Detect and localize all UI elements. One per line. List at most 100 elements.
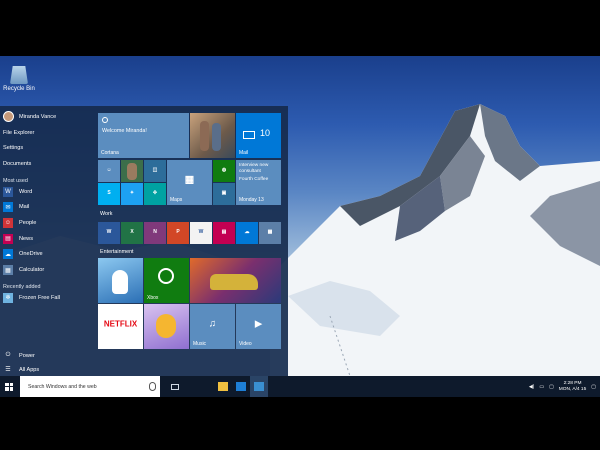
user-account[interactable]: Miranda Vance (0, 109, 92, 125)
app-people[interactable]: ☺ People (0, 215, 92, 231)
map-icon: ▦ (184, 174, 195, 186)
clock[interactable]: 2:28 PM MON, A/4 15 (559, 381, 586, 393)
tile-calculator[interactable]: ▦ (259, 222, 281, 244)
word-icon: W (3, 186, 13, 197)
tile-skype[interactable]: S (98, 183, 120, 205)
tile-frozen[interactable] (98, 258, 143, 303)
tile-generic-app[interactable]: ✜ (144, 183, 166, 205)
contact-photo (127, 163, 137, 180)
cortana-greeting: Welcome Miranda! (102, 128, 147, 134)
app-mail[interactable]: ✉ Mail (0, 199, 92, 215)
tile-onenote[interactable]: N (144, 222, 166, 244)
user-name: Miranda Vance (19, 113, 57, 120)
race-car (210, 274, 258, 290)
tile-news[interactable]: ▤ (213, 222, 235, 244)
tile-twitter[interactable]: ✦ (121, 183, 143, 205)
tile-photos[interactable] (190, 113, 235, 158)
tile-contact-photo[interactable] (121, 160, 143, 182)
place-settings[interactable]: Settings (0, 140, 92, 156)
task-view-button[interactable] (166, 376, 184, 397)
desktop: Recycle Bin Miranda Vance File Explorer … (0, 56, 600, 397)
calculator-icon: ▦ (267, 228, 273, 235)
onedrive-icon: ☁ (244, 228, 250, 235)
video-icon: ▶ (255, 318, 262, 329)
xbox-icon (158, 268, 174, 284)
tile-xbox[interactable]: Xbox (144, 258, 189, 303)
powerpoint-icon: P (176, 228, 180, 235)
folder-icon (218, 382, 228, 391)
onedrive-icon: ☁ (3, 249, 13, 260)
browser-icon (236, 382, 246, 391)
app-calculator[interactable]: ▦ Calculator (0, 262, 92, 278)
work-header: Work (100, 211, 113, 217)
document-icon: W (198, 228, 204, 235)
app-news[interactable]: ▤ News (0, 231, 92, 247)
tile-music[interactable]: ♫ Music (190, 304, 235, 349)
tile-xbox-green[interactable]: ◍ (213, 160, 235, 182)
date: MON, A/4 15 (558, 386, 587, 392)
taskbar-photos[interactable] (250, 376, 268, 397)
recently-added-header: Recently added (3, 283, 41, 290)
recycle-bin-label: Recycle Bin (3, 86, 35, 92)
word-icon: W (106, 228, 112, 235)
mail-icon: ✉ (3, 202, 13, 213)
start-button[interactable] (2, 376, 16, 397)
grid-icon: ✜ (152, 189, 158, 196)
recycle-bin[interactable]: Recycle Bin (2, 66, 36, 92)
tile-calendar[interactable]: Interview new consultant Fourth Coffee M… (236, 160, 281, 205)
volume-icon[interactable]: ◀) (529, 384, 535, 390)
cortana-icon (102, 117, 108, 123)
system-tray: ◀) ▭ ▢ 2:28 PM MON, A/4 15 ▢ (529, 381, 600, 393)
tile-people-small[interactable]: ☺ (98, 160, 120, 182)
power-icon: ⏻ (5, 352, 11, 359)
news-icon: ▤ (3, 233, 13, 244)
onenote-icon: N (153, 228, 157, 235)
frozen-icon: ❄ (3, 292, 13, 303)
most-used-header: Most used (3, 177, 28, 184)
tile-mail[interactable]: 10 Mail (236, 113, 281, 158)
taskbar: Search Windows and the web ◀) ▭ ▢ 2:28 P… (0, 376, 600, 397)
start-menu: Miranda Vance File Explorer Settings Doc… (0, 106, 288, 377)
start-left-pane: Miranda Vance File Explorer Settings Doc… (0, 106, 92, 377)
list-icon: ☰ (5, 367, 11, 374)
photo-person (200, 121, 209, 151)
news-icon: ▤ (221, 228, 227, 235)
calendar-day: Monday 13 (239, 197, 264, 203)
tile-racing-game[interactable] (190, 258, 281, 303)
place-file-explorer[interactable]: File Explorer (0, 125, 92, 141)
place-documents[interactable]: Documents (0, 156, 92, 172)
mail-icon (243, 131, 255, 139)
people-icon: ☺ (106, 166, 112, 173)
twitter-icon: ✦ (129, 189, 135, 196)
tile-word-doc[interactable]: W (190, 222, 212, 244)
tile-cortana[interactable]: Welcome Miranda! Cortana (98, 113, 189, 158)
taskbar-file-explorer[interactable] (214, 376, 232, 397)
tile-word[interactable]: W (98, 222, 120, 244)
taskbar-edge[interactable] (232, 376, 250, 397)
app-frozen-free-fall[interactable]: ❄ Frozen Free Fall (0, 290, 92, 306)
tile-game[interactable] (144, 304, 189, 349)
notification-icon[interactable]: ▢ (591, 384, 596, 390)
skype-icon: S (107, 189, 111, 196)
calendar-event: Interview new consultant (239, 163, 269, 174)
app-word[interactable]: W Word (0, 184, 92, 200)
app-onedrive[interactable]: ☁ OneDrive (0, 247, 92, 263)
tile-maps[interactable]: ▦ Maps (167, 160, 212, 205)
microphone-icon[interactable] (149, 382, 156, 391)
tile-video[interactable]: ▶ Video (236, 304, 281, 349)
tile-store[interactable]: ▣ (213, 183, 235, 205)
tile-excel[interactable]: X (121, 222, 143, 244)
network-icon[interactable]: ▭ (539, 384, 544, 390)
app-icon: ◫ (152, 166, 158, 173)
mail-count: 10 (260, 128, 271, 138)
tile-onedrive[interactable]: ☁ (236, 222, 258, 244)
tile-netflix[interactable]: NETFLIX (98, 304, 143, 349)
task-view-icon (171, 383, 179, 390)
calculator-icon: ▦ (3, 265, 13, 276)
netflix-logo: NETFLIX (103, 319, 138, 329)
calendar-location: Fourth Coffee (239, 177, 269, 182)
tile-powerpoint[interactable]: P (167, 222, 189, 244)
tile-xbox-small[interactable]: ◫ (144, 160, 166, 182)
search-box[interactable]: Search Windows and the web (20, 376, 160, 397)
message-icon[interactable]: ▢ (549, 384, 554, 390)
